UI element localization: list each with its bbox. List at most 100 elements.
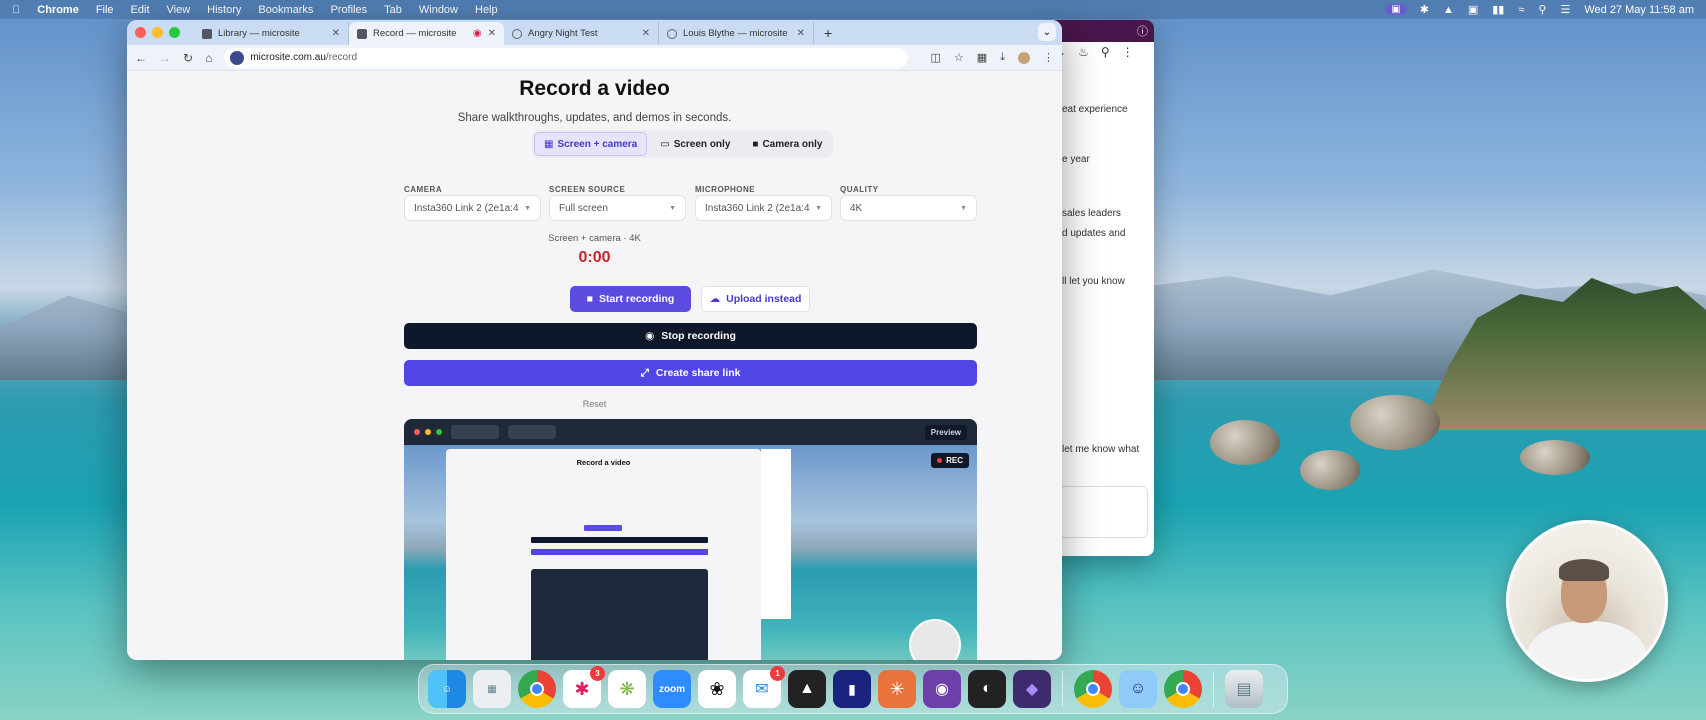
preview-dot: [414, 429, 420, 435]
quality-select-value: 4K: [850, 202, 863, 214]
reload-icon[interactable]: ↻: [183, 51, 193, 65]
menu-edit[interactable]: Edit: [131, 4, 150, 16]
network-icon[interactable]: ❋: [608, 670, 646, 708]
wifi-icon[interactable]: ≈: [1518, 4, 1524, 16]
desktop-rock: [1520, 440, 1590, 475]
preview-mini-share: [531, 549, 708, 555]
chrome-icon[interactable]: [1164, 670, 1202, 708]
start-recording-button[interactable]: ■ Start recording: [570, 286, 691, 312]
menu-history[interactable]: History: [207, 4, 241, 16]
home-icon[interactable]: ⌂: [205, 51, 212, 65]
bell-icon[interactable]: ♨: [1078, 45, 1089, 59]
stop-recording-button[interactable]: ◉ Stop recording: [404, 323, 977, 349]
robot-icon[interactable]: ☺: [1119, 670, 1157, 708]
menu-window[interactable]: Window: [419, 4, 458, 16]
close-window-button[interactable]: [135, 27, 146, 38]
message-input[interactable]: [1058, 486, 1148, 538]
microphone-select-value: Insta360 Link 2 (2e1a:4: [705, 202, 810, 214]
clock[interactable]: Wed 27 May 11:58 am: [1584, 4, 1694, 16]
reset-link[interactable]: Reset: [127, 399, 1062, 409]
obsidian-icon[interactable]: ◆: [1013, 670, 1051, 708]
screen-record-status-icon[interactable]: ▣: [1386, 4, 1406, 15]
microphone-select[interactable]: Insta360 Link 2 (2e1a:4 ▼: [695, 195, 832, 221]
menu-view[interactable]: View: [167, 4, 191, 16]
webcam-person-body: [1527, 621, 1647, 679]
mode-screen-only[interactable]: ▭ Screen only: [651, 132, 739, 156]
launchpad-icon[interactable]: ▦: [473, 670, 511, 708]
finder-icon[interactable]: ☺: [428, 670, 466, 708]
slack-status-icon[interactable]: ✱: [1420, 3, 1429, 16]
search-icon[interactable]: ⚲: [1101, 45, 1110, 59]
quality-select[interactable]: 4K ▼: [840, 195, 977, 221]
menu-tab[interactable]: Tab: [384, 4, 402, 16]
bookmark-star-icon[interactable]: ☆: [954, 51, 964, 64]
back-arrow-icon[interactable]: ←: [135, 51, 147, 65]
trash-icon[interactable]: ▤: [1225, 670, 1263, 708]
url-path: /record: [325, 52, 358, 63]
upload-instead-button[interactable]: ☁ Upload instead: [701, 286, 810, 312]
battery-icon[interactable]: ▮▮: [1492, 3, 1504, 16]
chrome-icon[interactable]: [1074, 670, 1112, 708]
screen-status-icon[interactable]: ▣: [1468, 3, 1478, 16]
menu-file[interactable]: File: [96, 4, 114, 16]
slack-icon[interactable]: ✱ 3: [563, 666, 605, 708]
stop-circle-icon: ◉: [645, 330, 655, 342]
apple-icon[interactable]: : [12, 4, 20, 16]
preview-mini-page: Record a video: [446, 449, 761, 660]
install-app-icon[interactable]: ◫: [930, 51, 940, 64]
forward-arrow-icon[interactable]: →: [159, 51, 171, 65]
mode-screen-camera[interactable]: ▦ Screen + camera: [534, 132, 648, 156]
tab-library[interactable]: Library — microsite ✕: [194, 22, 349, 45]
menu-help[interactable]: Help: [475, 4, 498, 16]
webcam-bubble[interactable]: [1506, 520, 1668, 682]
zoom-icon[interactable]: zoom: [653, 670, 691, 708]
github-icon[interactable]: ◉: [923, 670, 961, 708]
mode-camera-only[interactable]: ■ Camera only: [743, 132, 831, 156]
close-icon[interactable]: ✕: [488, 28, 496, 39]
close-icon[interactable]: ✕: [642, 28, 650, 39]
control-center-icon[interactable]: ☰: [1560, 3, 1570, 16]
tab-angry-night[interactable]: Angry Night Test ✕: [504, 22, 659, 45]
menu-app-name[interactable]: Chrome: [37, 4, 79, 16]
search-icon[interactable]: ⚲: [1538, 3, 1546, 16]
new-tab-button[interactable]: +: [824, 25, 832, 41]
create-share-link-button[interactable]: ⤢ Create share link: [404, 360, 977, 386]
app-icon[interactable]: ▮: [833, 670, 871, 708]
download-icon[interactable]: ⤓: [1000, 51, 1005, 64]
dock: ☺ ▦ ✱ 3 ❋ zoom ❀ ✉ 1 ▲ ▮ ✳ ◉ ◐ ◆ ☺ ▤: [418, 664, 1288, 714]
tab-louis-blythe[interactable]: Louis Blythe — microsite ✕: [659, 22, 814, 45]
messages-icon[interactable]: ✉ 1: [743, 666, 785, 708]
cube-icon[interactable]: ▲: [788, 670, 826, 708]
tab-record[interactable]: Record — microsite ◉ ✕: [349, 22, 504, 45]
preview-label: Preview: [924, 424, 967, 440]
recording-meta: Screen + camera · 4K: [548, 233, 641, 244]
chrome-icon[interactable]: [518, 670, 556, 708]
drive-status-icon[interactable]: ▲: [1443, 4, 1454, 16]
close-icon[interactable]: ✕: [797, 28, 805, 39]
globe-icon: [512, 28, 522, 39]
message-snippet: d updates and: [1062, 228, 1126, 239]
microphone-label: MICROPHONE: [695, 185, 756, 194]
camera-select[interactable]: Insta360 Link 2 (2e1a:4 ▼: [404, 195, 541, 221]
chatgpt-icon[interactable]: ❀: [698, 670, 736, 708]
zoom-window-button[interactable]: [169, 27, 180, 38]
address-bar[interactable]: microsite.com.au/record: [224, 47, 909, 68]
background-window-topbar: ⓘ: [1050, 20, 1154, 42]
help-icon[interactable]: ⓘ: [1137, 23, 1148, 39]
close-icon[interactable]: ✕: [332, 28, 340, 39]
screen-source-select[interactable]: Full screen ▼: [549, 195, 686, 221]
more-icon[interactable]: ⋮: [1122, 45, 1134, 59]
profile-avatar[interactable]: [1018, 51, 1030, 64]
video-camera-icon: ■: [586, 293, 594, 305]
tab-search-chevron-icon[interactable]: ⌄: [1038, 23, 1056, 41]
share-icon: ⤢: [640, 366, 649, 379]
menu-profiles[interactable]: Profiles: [330, 4, 367, 16]
desktop-rock: [1210, 420, 1280, 465]
linear-icon[interactable]: ◐: [968, 670, 1006, 708]
minimize-window-button[interactable]: [152, 27, 163, 38]
menu-dots-icon[interactable]: ⋮: [1043, 51, 1054, 64]
extensions-icon[interactable]: ▦: [977, 51, 987, 64]
claude-icon[interactable]: ✳: [878, 670, 916, 708]
site-info-icon[interactable]: [230, 50, 245, 65]
menu-bookmarks[interactable]: Bookmarks: [258, 4, 313, 16]
